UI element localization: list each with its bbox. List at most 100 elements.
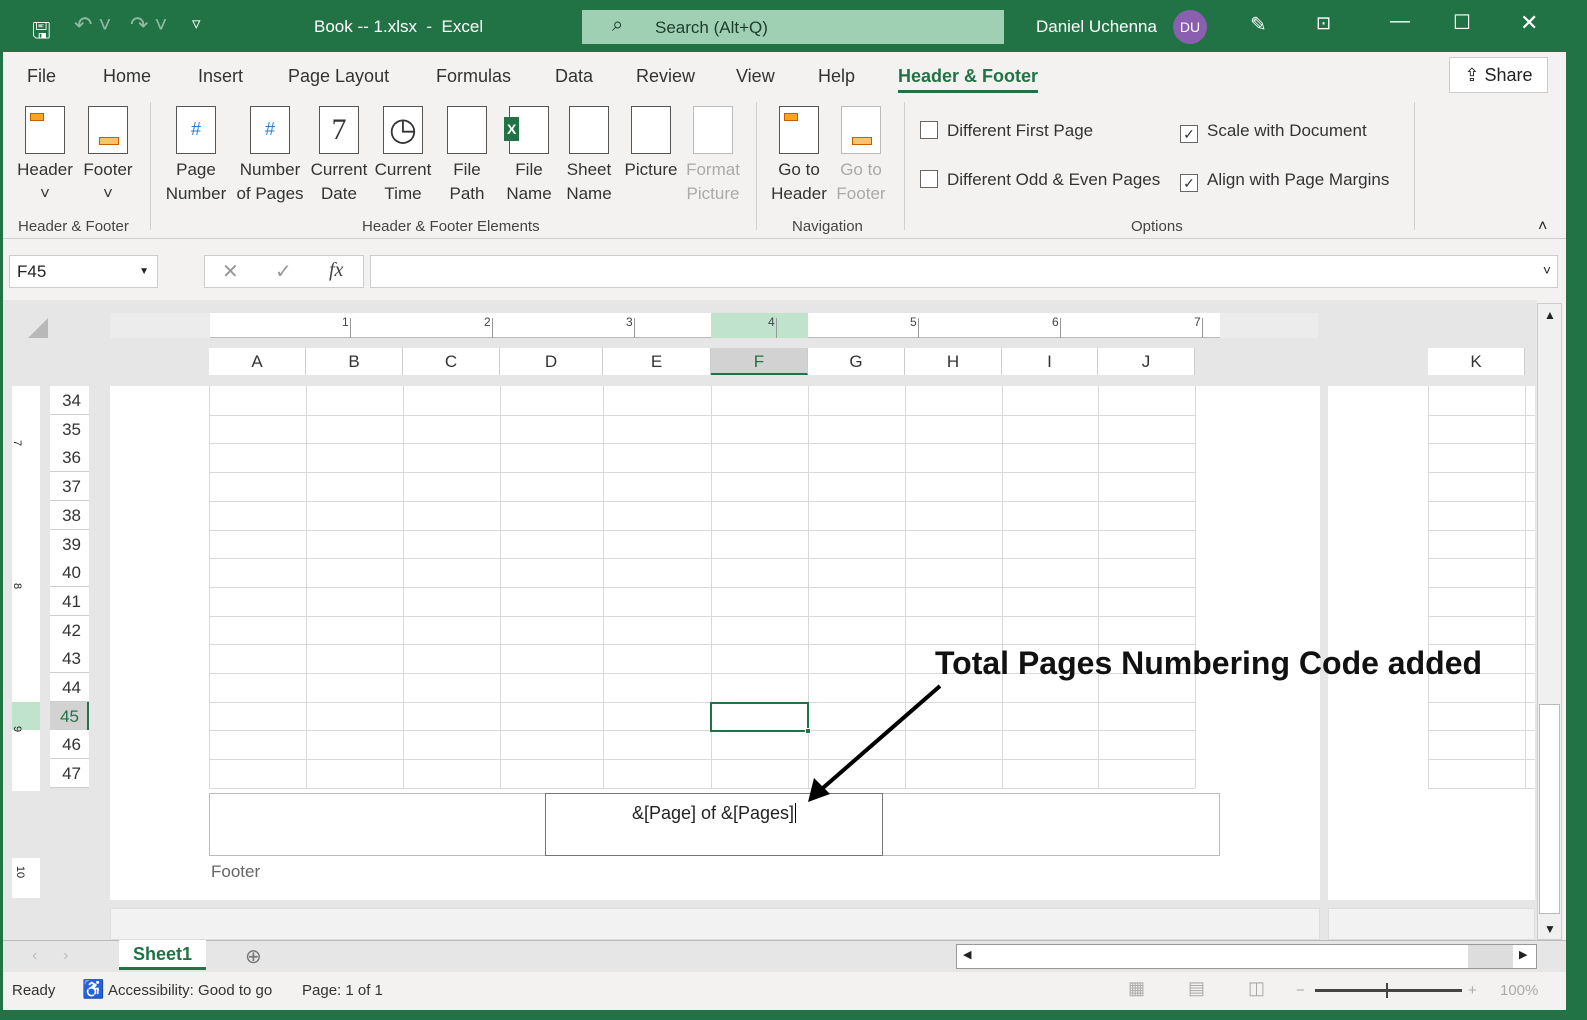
checkbox-option[interactable]: Different Odd & Even Pages	[920, 170, 1160, 190]
ribbon-display-icon[interactable]: ⊡	[1316, 13, 1331, 34]
redo-icon[interactable]: ↷ ˅	[130, 12, 167, 38]
row-header-40[interactable]: 40	[50, 558, 89, 588]
page-number-button[interactable]: # Page Number	[165, 106, 227, 206]
checkbox[interactable]: ✓	[1180, 125, 1198, 143]
avatar[interactable]: DU	[1173, 10, 1207, 44]
page-layout-view-icon[interactable]: ▤	[1188, 978, 1205, 999]
search-box[interactable]: ⌕ Search (Alt+Q)	[582, 10, 1004, 44]
insert-function-button[interactable]: fx	[329, 259, 343, 282]
row-header-43[interactable]: 43	[50, 644, 89, 674]
button-label: Sheet	[566, 160, 612, 179]
column-header-C[interactable]: C	[403, 348, 500, 375]
expand-icon[interactable]: ˅	[1543, 262, 1551, 278]
user-name[interactable]: Daniel Uchenna	[1036, 17, 1157, 37]
tab-review[interactable]: Review	[636, 66, 695, 87]
next-sheet-icon[interactable]: ›	[63, 947, 68, 965]
cancel-icon[interactable]: ✕	[222, 259, 239, 284]
header-button[interactable]: Header ˅	[14, 106, 76, 206]
prev-sheet-icon[interactable]: ‹	[32, 947, 37, 965]
checkbox-option[interactable]: ✓ Align with Page Margins	[1180, 170, 1389, 192]
checkbox-option[interactable]: Different First Page	[920, 121, 1093, 141]
normal-view-icon[interactable]: ▦	[1128, 978, 1145, 999]
tab-data[interactable]: Data	[555, 66, 593, 87]
sheet-grid-button[interactable]: Sheet Name	[558, 106, 620, 206]
row-header-36[interactable]: 36	[50, 443, 89, 473]
share-button[interactable]: ⇪ Share	[1449, 57, 1548, 93]
go-to-footer-button[interactable]: Go to Footer	[830, 106, 892, 206]
go-to-header-button[interactable]: Go to Header	[768, 106, 830, 206]
scroll-right-icon[interactable]: ▶	[1519, 948, 1527, 961]
column-header-K[interactable]: K	[1428, 348, 1525, 375]
zoom-level[interactable]: 100%	[1500, 982, 1538, 999]
picture-button[interactable]: Picture	[620, 106, 682, 182]
page-break-view-icon[interactable]: ◫	[1248, 978, 1265, 999]
collapse-ribbon-icon[interactable]: ˄	[1538, 218, 1547, 236]
zoom-slider[interactable]	[1315, 983, 1462, 998]
close-icon[interactable]: ✕	[1520, 10, 1538, 36]
customize-icon[interactable]: ▿	[192, 14, 201, 34]
status-page: Page: 1 of 1	[302, 982, 383, 999]
tab-help[interactable]: Help	[818, 66, 855, 87]
row-header-38[interactable]: 38	[50, 500, 89, 530]
column-header-A[interactable]: A	[209, 348, 306, 375]
tab-home[interactable]: Home	[103, 66, 151, 87]
column-header-H[interactable]: H	[905, 348, 1002, 375]
column-header-G[interactable]: G	[808, 348, 905, 375]
zoom-in-icon[interactable]: +	[1468, 982, 1477, 999]
checkbox-option[interactable]: ✓ Scale with Document	[1180, 121, 1367, 143]
name-box[interactable]: F45 ▼	[9, 255, 158, 288]
formula-input[interactable]: ˅	[370, 255, 1558, 288]
tab-header-footer[interactable]: Header & Footer	[898, 66, 1039, 93]
horizontal-scrollbar[interactable]: ◀ ▶	[956, 944, 1537, 969]
maximize-icon[interactable]: ☐	[1453, 10, 1471, 35]
column-header-F[interactable]: F	[711, 348, 808, 375]
column-header-D[interactable]: D	[500, 348, 603, 375]
column-header-B[interactable]: B	[306, 348, 403, 375]
page-count-button[interactable]: # Number of Pages	[235, 106, 305, 206]
save-icon[interactable]: 🖫	[32, 14, 51, 52]
time-button[interactable]: ◷ Current Time	[372, 106, 434, 206]
select-all[interactable]	[28, 318, 48, 338]
column-header-I[interactable]: I	[1002, 348, 1098, 375]
tab-file[interactable]: File	[27, 66, 56, 87]
sheet-tab[interactable]: Sheet1	[119, 940, 206, 970]
column-header-E[interactable]: E	[603, 348, 711, 375]
add-sheet-icon[interactable]: ⊕	[245, 944, 262, 969]
tab-page-layout[interactable]: Page Layout	[288, 66, 389, 87]
accessibility-icon[interactable]: ♿	[82, 979, 104, 1000]
row-header-34[interactable]: 34	[50, 386, 89, 415]
vertical-scrollbar[interactable]: ▲ ▼	[1537, 303, 1562, 940]
folder-button[interactable]: File Path	[436, 106, 498, 206]
column-header-J[interactable]: J	[1098, 348, 1195, 375]
tab-view[interactable]: View	[736, 66, 775, 87]
row-header-37[interactable]: 37	[50, 472, 89, 502]
enter-icon[interactable]: ✓	[275, 259, 292, 284]
scroll-down-icon[interactable]: ▼	[1544, 922, 1556, 936]
minimize-icon[interactable]: —	[1390, 10, 1410, 33]
row-header-47[interactable]: 47	[50, 759, 89, 789]
undo-icon[interactable]: ↶ ˅	[74, 12, 111, 38]
row-header-39[interactable]: 39	[50, 529, 89, 559]
scroll-up-icon[interactable]: ▲	[1544, 308, 1556, 322]
row-header-46[interactable]: 46	[50, 730, 89, 760]
row-header-44[interactable]: 44	[50, 673, 89, 702]
tab-formulas[interactable]: Formulas	[436, 66, 511, 87]
date-button[interactable]: 7 Current Date	[308, 106, 370, 206]
row-header-42[interactable]: 42	[50, 615, 89, 645]
row-header-45[interactable]: 45	[50, 701, 89, 731]
button-label: Time	[384, 184, 422, 203]
checkbox[interactable]	[920, 170, 938, 188]
status-accessibility[interactable]: Accessibility: Good to go	[108, 982, 272, 999]
scroll-left-icon[interactable]: ◀	[963, 948, 971, 961]
format-picture-button[interactable]: Format Picture	[682, 106, 744, 206]
row-header-41[interactable]: 41	[50, 586, 89, 616]
checkbox[interactable]: ✓	[1180, 174, 1198, 192]
row-header-35[interactable]: 35	[50, 414, 89, 444]
zoom-out-icon[interactable]: −	[1296, 982, 1305, 999]
tab-insert[interactable]: Insert	[198, 66, 243, 87]
scroll-thumb[interactable]	[1539, 704, 1560, 914]
footer-button[interactable]: Footer ˅	[78, 106, 138, 206]
checkbox[interactable]	[920, 121, 938, 139]
excel-file-button[interactable]: X File Name	[498, 106, 560, 206]
pen-icon[interactable]: ✎	[1250, 12, 1267, 37]
